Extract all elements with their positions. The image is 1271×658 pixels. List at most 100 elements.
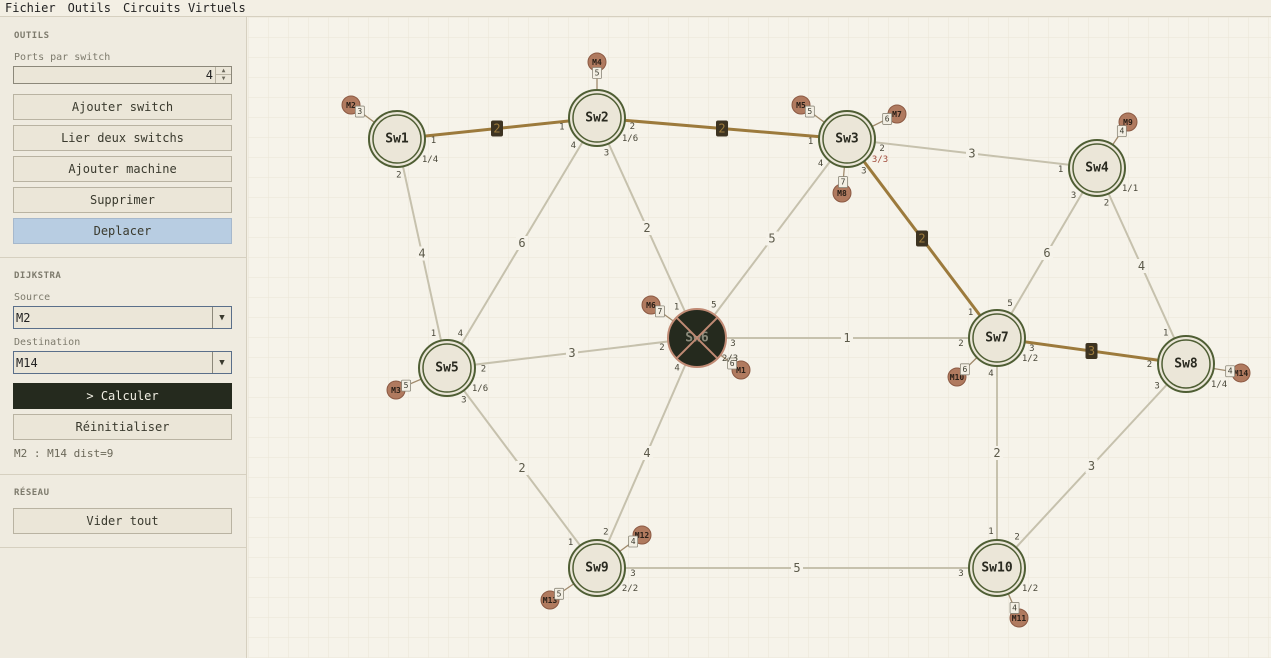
port-label: 3 <box>861 166 866 176</box>
port-label: 2 <box>879 144 884 154</box>
delete-button[interactable]: Supprimer <box>13 187 232 213</box>
port-label: 1 <box>559 123 564 133</box>
link-weight: 2 <box>993 446 1000 460</box>
machine-label: M3 <box>391 386 401 395</box>
add-switch-button[interactable]: Ajouter switch <box>13 94 232 120</box>
link-weight: 3 <box>1088 344 1095 358</box>
port-label: 3 <box>630 569 635 579</box>
port-label: 1 <box>968 308 973 318</box>
machine-label: M1 <box>736 366 746 375</box>
link-weight: 4 <box>643 446 650 460</box>
link-switches-button[interactable]: Lier deux switchs <box>13 125 232 151</box>
link-weight: 3 <box>1088 459 1095 473</box>
port-badge-label: 5 <box>595 69 600 78</box>
divider <box>0 474 246 475</box>
spin-up-icon[interactable]: ▲ <box>216 67 231 75</box>
menu-fichier[interactable]: Fichier <box>0 0 62 16</box>
chevron-down-icon[interactable]: ▼ <box>212 307 231 328</box>
dijkstra-section-title: DIJKSTRA <box>14 271 62 281</box>
port-badge-label: 3 <box>357 107 362 116</box>
machine-label: M2 <box>346 101 356 110</box>
port-label: 2 <box>1014 533 1019 543</box>
destination-value: M14 <box>16 356 38 370</box>
switch-load: 3/3 <box>872 155 888 165</box>
machine-label: M8 <box>837 189 847 198</box>
machine-label: M4 <box>592 58 602 67</box>
port-label: 4 <box>674 364 679 374</box>
switch-load: 1/4 <box>422 155 438 165</box>
clear-all-button[interactable]: Vider tout <box>13 508 232 534</box>
switch-load: 2/2 <box>622 584 638 594</box>
port-label: 2 <box>1147 360 1152 370</box>
port-badge-label: 7 <box>658 307 663 316</box>
port-label: 2 <box>659 343 664 353</box>
switch-load: 1/2 <box>1022 354 1038 364</box>
switch-label: Sw2 <box>585 111 608 126</box>
port-label: 3 <box>604 148 609 158</box>
link-weight: 1 <box>843 331 850 345</box>
port-badge-label: 7 <box>841 178 846 187</box>
link-weight: 2 <box>518 461 525 475</box>
port-label: 2 <box>1104 198 1109 208</box>
port-label: 1 <box>1058 165 1063 175</box>
switch-load: 1/1 <box>1122 184 1138 194</box>
link-weight: 2 <box>643 221 650 235</box>
move-button[interactable]: Deplacer <box>13 218 232 244</box>
link-weight: 5 <box>768 232 775 246</box>
port-badge-label: 4 <box>1012 603 1017 612</box>
port-label: 1 <box>431 136 436 146</box>
port-label: 4 <box>458 329 463 339</box>
port-label: 4 <box>818 159 823 169</box>
machine-label: M6 <box>646 301 656 310</box>
link-weight: 2 <box>718 122 725 136</box>
switch-label: Sw3 <box>835 132 858 147</box>
port-label: 2 <box>481 365 486 375</box>
switch-label: Sw4 <box>1085 161 1109 176</box>
chevron-down-icon[interactable]: ▼ <box>212 352 231 373</box>
port-label: 1 <box>674 303 679 313</box>
ports-spinbox[interactable]: 4 ▲ ▼ <box>13 66 232 84</box>
port-label: 2 <box>603 528 608 538</box>
port-label: 1 <box>988 527 993 537</box>
calculate-button[interactable]: > Calculer <box>13 383 232 409</box>
switch-load: 1/4 <box>1211 380 1227 390</box>
destination-select[interactable]: M14 ▼ <box>13 351 232 374</box>
machine-label: M5 <box>796 101 806 110</box>
machine-label: M7 <box>892 110 902 119</box>
ports-value: 4 <box>205 68 213 82</box>
link-weight: 2 <box>493 122 500 136</box>
divider <box>0 257 246 258</box>
switch-load: 1/2 <box>1022 584 1038 594</box>
sidebar: OUTILS Ports par switch 4 ▲ ▼ Ajouter sw… <box>0 17 247 658</box>
port-label: 4 <box>988 369 993 379</box>
switch-label: Sw9 <box>585 561 608 576</box>
port-label: 5 <box>1007 299 1012 309</box>
port-badge-label: 4 <box>1119 127 1124 136</box>
port-label: 1 <box>1163 329 1168 339</box>
port-label: 3 <box>461 395 466 405</box>
reset-button[interactable]: Réinitialiser <box>13 414 232 440</box>
link-weight: 4 <box>1138 259 1145 273</box>
network-canvas[interactable]: 211 22123133232142164423154563542132213 22… <box>248 17 1271 658</box>
spin-down-icon[interactable]: ▼ <box>216 75 231 83</box>
switch-label: Sw10 <box>981 561 1012 576</box>
port-badge-label: 5 <box>807 107 812 116</box>
menu-outils[interactable]: Outils <box>62 0 117 16</box>
reseau-section-title: RÉSEAU <box>14 488 50 498</box>
port-badge-label: 6 <box>885 114 890 123</box>
switch-load: 1/6 <box>622 134 638 144</box>
port-label: 2 <box>396 170 401 180</box>
link-weight: 2 <box>918 232 925 246</box>
link-weight: 4 <box>418 247 425 261</box>
port-label: 5 <box>711 301 716 311</box>
switch-load: 1/6 <box>472 384 488 394</box>
menu-bar: Fichier Outils Circuits Virtuels <box>0 0 1271 17</box>
port-label: 3 <box>958 569 963 579</box>
machine-label: M11 <box>1012 614 1027 623</box>
switch-label: Sw7 <box>985 331 1008 346</box>
add-machine-button[interactable]: Ajouter machine <box>13 156 232 182</box>
source-select[interactable]: M2 ▼ <box>13 306 232 329</box>
menu-circuits-virtuels[interactable]: Circuits Virtuels <box>117 0 252 16</box>
divider <box>0 547 246 548</box>
source-label: Source <box>14 292 51 303</box>
